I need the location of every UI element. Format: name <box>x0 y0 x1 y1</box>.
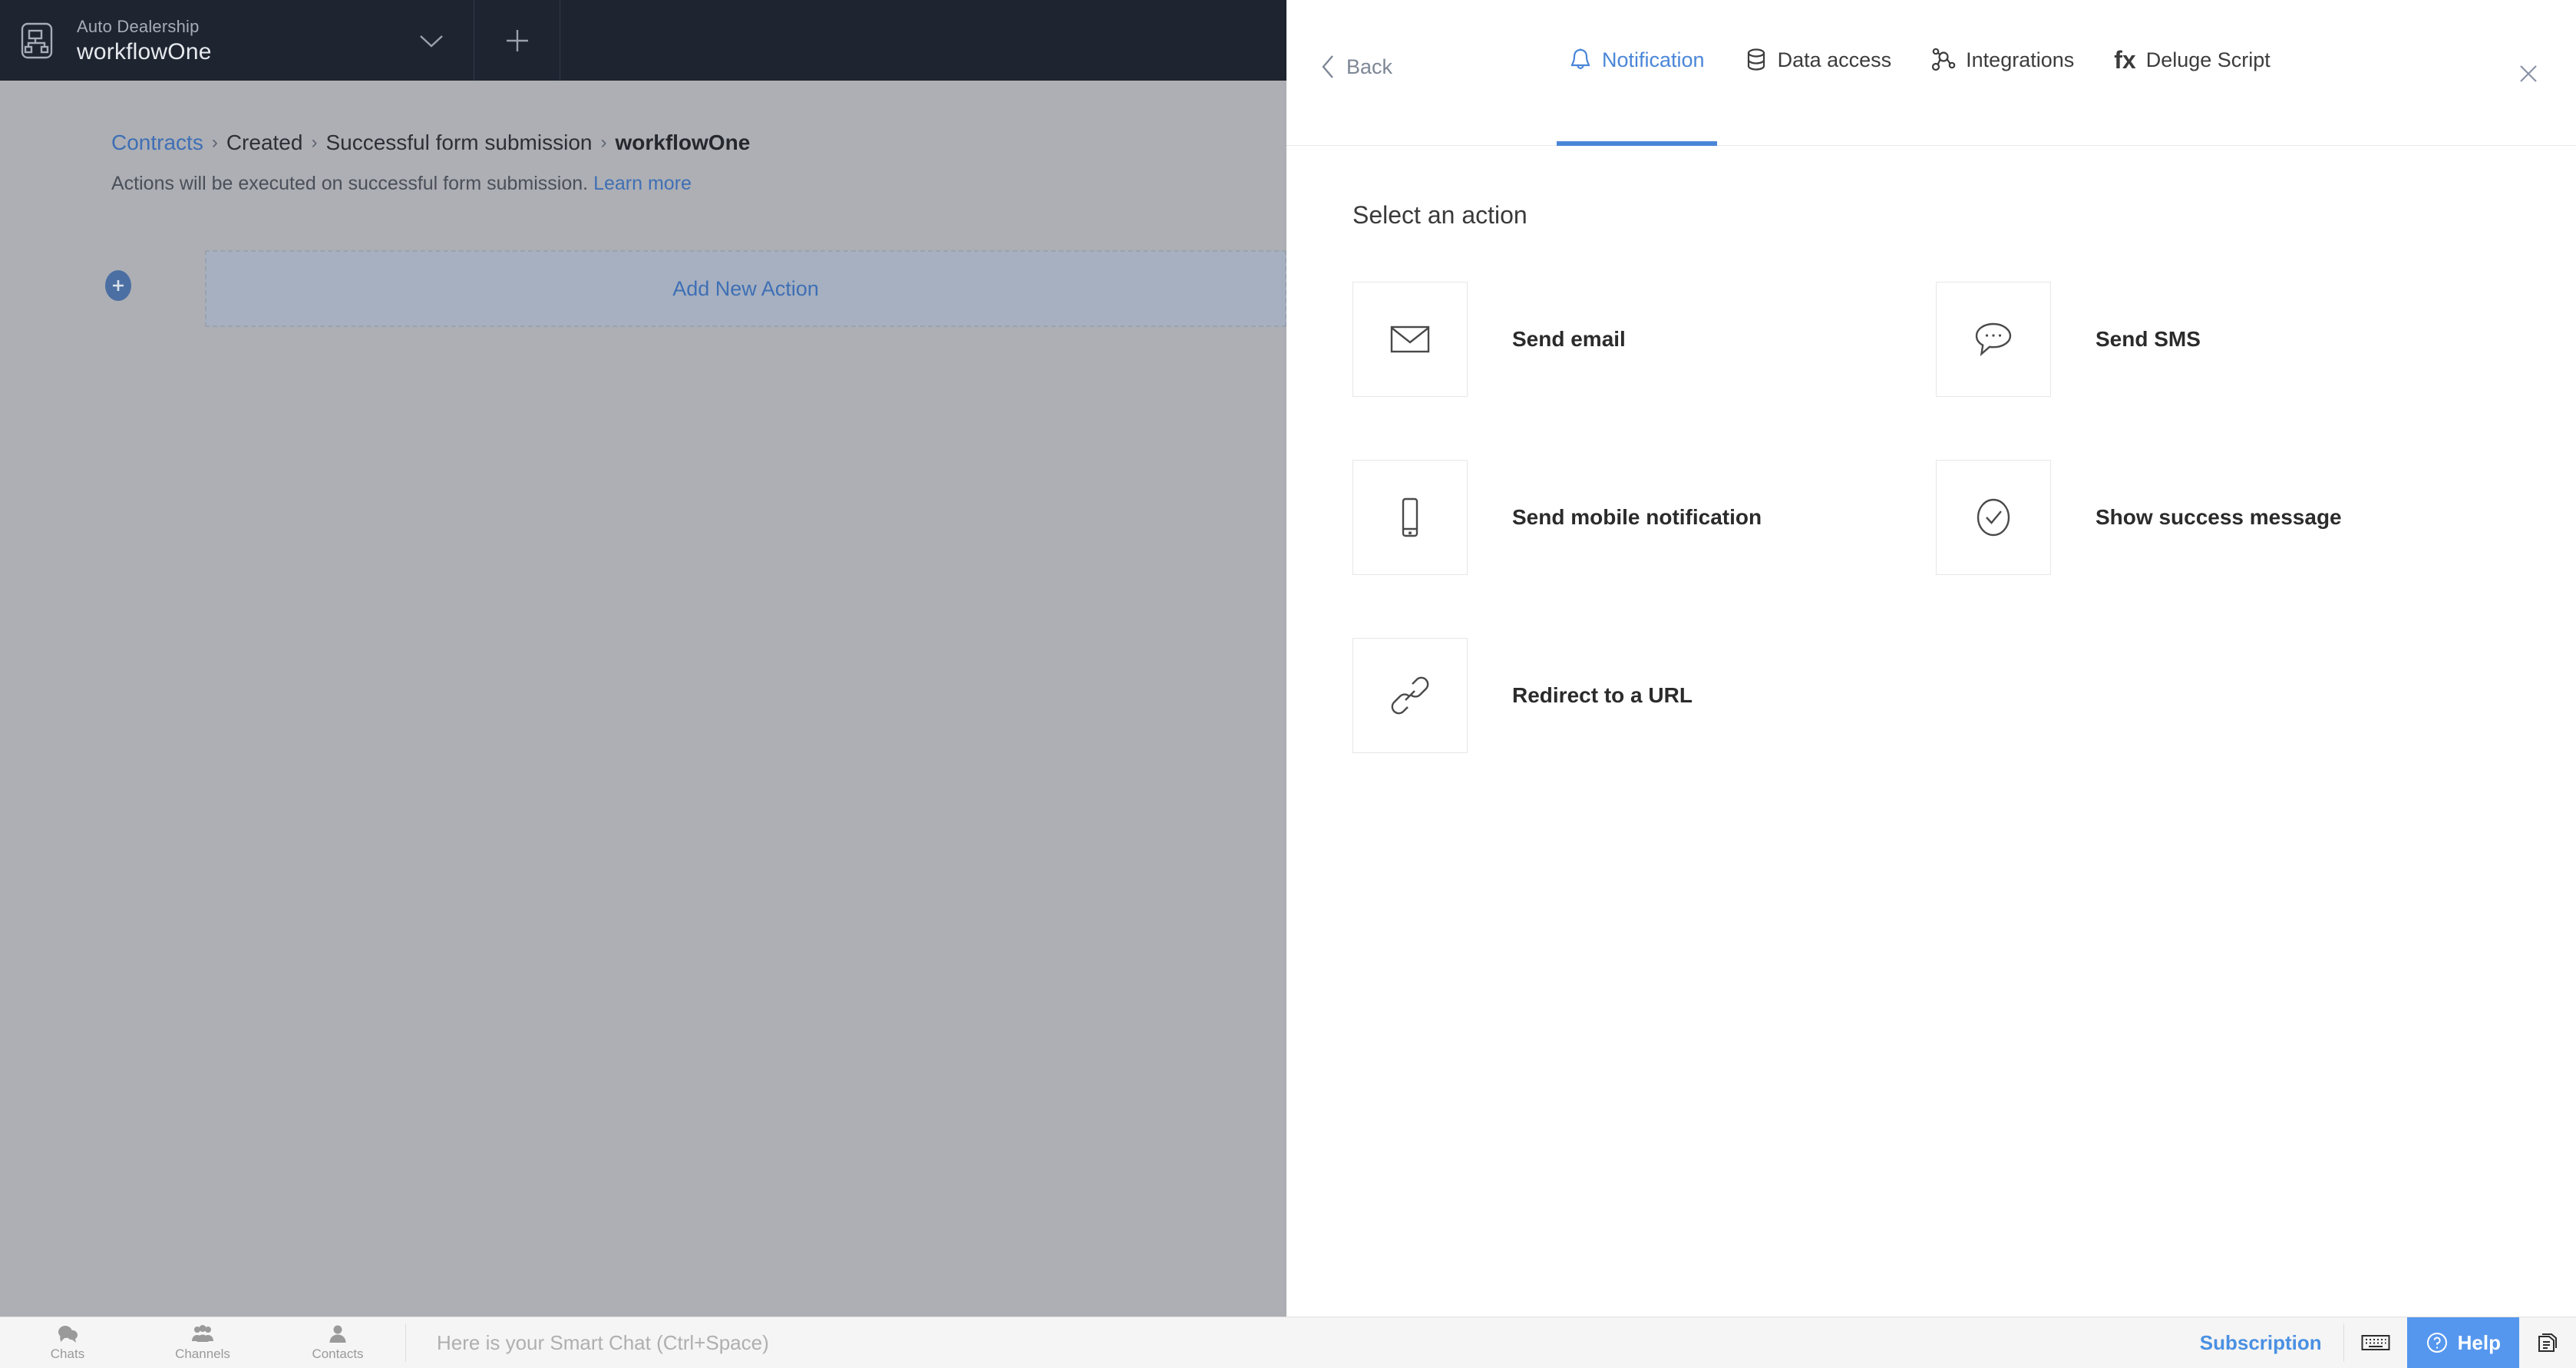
action-grid: Send email Send SMS Send mobile notifica… <box>1352 282 2576 753</box>
tab-deluge-script[interactable]: fx Deluge Script <box>2094 0 2290 146</box>
workflow-header-bar: Auto Dealership workflowOne <box>0 0 1286 81</box>
subscription-link[interactable]: Subscription <box>2178 1317 2343 1368</box>
learn-more-link[interactable]: Learn more <box>593 173 692 194</box>
action-label: Show success message <box>2095 505 2342 529</box>
tab-data-access-label: Data access <box>1777 48 1892 71</box>
taskbar-item-channels[interactable]: Channels <box>135 1317 270 1368</box>
keyboard-icon <box>2361 1333 2390 1353</box>
workflow-title-group: Auto Dealership workflowOne <box>74 15 388 66</box>
action-label: Send email <box>1512 327 1626 351</box>
taskbar-right-group: Subscription Help <box>2178 1317 2576 1368</box>
close-panel-button[interactable] <box>2512 57 2545 91</box>
add-new-action-label: Add New Action <box>672 276 819 300</box>
breadcrumb-separator: › <box>311 132 318 153</box>
mobile-icon <box>1398 497 1422 537</box>
breadcrumb-item-current: workflowOne <box>615 131 751 154</box>
taskbar-item-contacts[interactable]: Contacts <box>270 1317 405 1368</box>
subnote-text: Actions will be executed on successful f… <box>111 173 589 194</box>
smart-chat-placeholder: Here is your Smart Chat (Ctrl+Space) <box>437 1330 769 1354</box>
action-label: Send mobile notification <box>1512 505 1762 529</box>
add-new-action-button[interactable]: Add New Action <box>205 250 1286 327</box>
chats-icon <box>57 1324 78 1344</box>
tab-data-access[interactable]: Data access <box>1725 0 1912 146</box>
breadcrumb: Contracts › Created › Successful form su… <box>111 131 750 155</box>
tab-deluge-script-label: Deluge Script <box>2145 48 2271 71</box>
tab-integrations-label: Integrations <box>1966 48 2075 71</box>
action-send-sms[interactable]: Send SMS <box>1936 282 2519 397</box>
back-button[interactable]: Back <box>1320 54 1392 80</box>
tab-integrations[interactable]: Integrations <box>1911 0 2094 146</box>
smart-chat-input[interactable]: Here is your Smart Chat (Ctrl+Space) <box>406 1317 2178 1368</box>
section-title: Select an action <box>1352 201 1527 229</box>
link-icon <box>1391 676 1429 715</box>
taskbar: Chats Channels Contacts Here is your Sma… <box>0 1317 2576 1368</box>
action-icon-card <box>1352 638 1468 753</box>
channels-icon <box>191 1324 214 1344</box>
chevron-left-icon <box>1320 54 1336 80</box>
envelope-icon <box>1390 324 1430 355</box>
action-send-mobile-notification[interactable]: Send mobile notification <box>1352 460 1936 575</box>
workflow-icon <box>0 0 74 81</box>
bell-icon <box>1569 47 1592 73</box>
taskbar-item-label: Contacts <box>312 1346 364 1361</box>
panel-header: Back Notification Data access Integratio… <box>1286 0 2576 146</box>
breadcrumb-separator: › <box>211 132 218 153</box>
breadcrumb-item-created[interactable]: Created <box>226 131 303 155</box>
action-icon-card <box>1936 460 2051 575</box>
breadcrumb-item-contracts[interactable]: Contracts <box>111 131 203 155</box>
action-send-email[interactable]: Send email <box>1352 282 1936 397</box>
documents-icon <box>2536 1331 2559 1354</box>
action-icon-card <box>1936 282 2051 397</box>
check-circle-icon <box>1976 497 2011 537</box>
chevron-down-icon <box>416 31 447 50</box>
question-circle-icon <box>2426 1331 2449 1354</box>
action-show-success-message[interactable]: Show success message <box>1936 460 2519 575</box>
action-redirect-to-url[interactable]: Redirect to a URL <box>1352 638 1936 753</box>
keyboard-shortcuts-button[interactable] <box>2344 1317 2407 1368</box>
breadcrumb-separator: › <box>600 132 607 153</box>
chat-bubble-icon <box>1974 321 2013 358</box>
add-workflow-button[interactable] <box>474 0 560 81</box>
action-icon-card <box>1352 282 1468 397</box>
documents-button[interactable] <box>2519 1317 2576 1368</box>
action-label: Redirect to a URL <box>1512 683 1693 707</box>
panel-tabs: Notification Data access Integrations fx… <box>1549 0 2290 146</box>
action-label: Send SMS <box>2095 327 2201 351</box>
action-selector-panel: Back Notification Data access Integratio… <box>1286 0 2576 1317</box>
subnote: Actions will be executed on successful f… <box>111 173 692 195</box>
breadcrumb-item-successful-form-submission[interactable]: Successful form submission <box>325 131 592 155</box>
taskbar-item-label: Channels <box>175 1346 230 1361</box>
tab-notification-label: Notification <box>1602 48 1705 71</box>
add-action-circle-button[interactable] <box>105 270 131 301</box>
action-icon-card <box>1352 460 1468 575</box>
close-icon <box>2517 62 2540 85</box>
contacts-icon <box>329 1324 347 1344</box>
fx-icon: fx <box>2114 46 2136 74</box>
plus-circle-icon <box>111 278 126 293</box>
taskbar-item-chats[interactable]: Chats <box>0 1317 135 1368</box>
panel-body: Select an action Send email Send SMS Sen… <box>1286 146 2576 753</box>
help-button[interactable]: Help <box>2406 1317 2519 1368</box>
workflow-name: workflowOne <box>77 38 212 64</box>
tab-notification[interactable]: Notification <box>1549 0 1725 146</box>
back-label: Back <box>1346 55 1393 78</box>
plus-icon <box>504 27 531 55</box>
help-label: Help <box>2457 1330 2501 1354</box>
subscription-label: Subscription <box>2199 1330 2322 1354</box>
database-icon <box>1745 47 1768 73</box>
taskbar-item-label: Chats <box>50 1346 85 1361</box>
nodes-icon <box>1931 47 1956 73</box>
workflow-switcher-button[interactable] <box>388 0 474 81</box>
org-name: Auto Dealership <box>77 16 200 36</box>
